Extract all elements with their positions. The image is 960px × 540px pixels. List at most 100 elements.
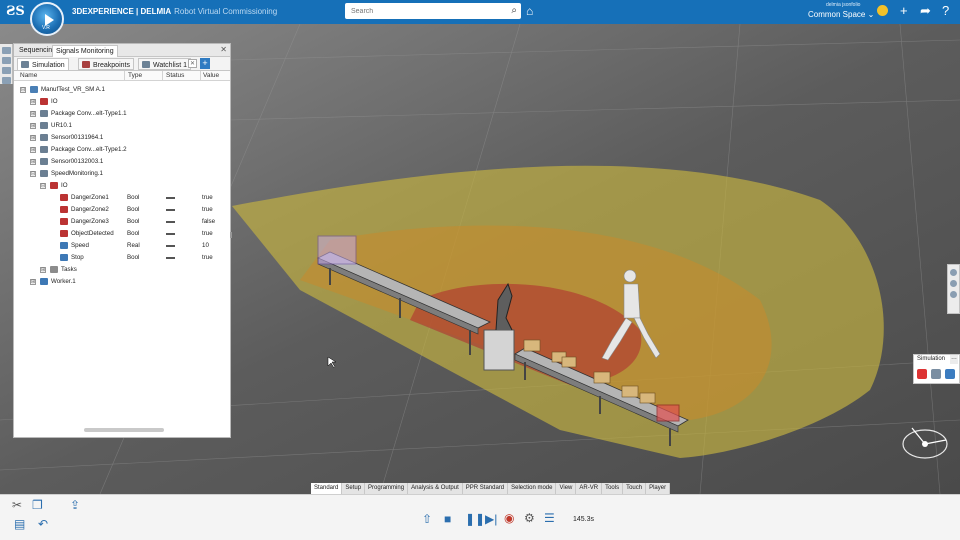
sensor-box-1 <box>317 235 357 265</box>
cut-icon[interactable]: ✂ <box>12 498 22 512</box>
tab-setup[interactable]: Setup <box>342 483 366 494</box>
tab-programming[interactable]: Programming <box>365 483 409 494</box>
expand-toggle[interactable]: ⊞ <box>30 135 36 141</box>
subtab-breakpoints[interactable]: Breakpoints <box>78 58 134 70</box>
status-indicator <box>166 257 175 259</box>
tab-touch[interactable]: Touch <box>623 483 647 494</box>
tree-row[interactable]: ⊞ Package Conv...elt-Type1.2 <box>14 144 230 156</box>
tree-row[interactable]: ⊞ IO <box>14 96 230 108</box>
export-icon[interactable]: ⇪ <box>70 498 80 512</box>
signal-icon <box>40 110 48 117</box>
step-forward-icon[interactable]: ▶| <box>485 512 497 526</box>
tab-signals-monitoring[interactable]: Signals Monitoring <box>52 45 118 57</box>
expand-toggle[interactable]: ⊞ <box>30 111 36 117</box>
tree-row[interactable]: ⊟ SpeedMonitoring.1 <box>14 168 230 180</box>
column-type[interactable]: Type <box>128 72 142 79</box>
tree-row[interactable]: ⊟ IO <box>14 180 230 192</box>
tree-row[interactable]: ⊞ Worker.1 <box>14 276 230 288</box>
tab-ppr-standard[interactable]: PPR Standard <box>463 483 509 494</box>
copy-icon[interactable]: ❐ <box>32 498 43 512</box>
tree-row[interactable]: ⊟ ManufTest_VR_SM A.1 <box>14 84 230 96</box>
tool-icon[interactable] <box>2 67 11 74</box>
expand-toggle[interactable]: ⊞ <box>30 159 36 165</box>
compass-icon[interactable]: V.R <box>30 2 64 36</box>
speed-icon[interactable]: ◉ <box>504 511 514 525</box>
simulation-mini-panel: Simulation … <box>913 354 960 384</box>
tree-row[interactable]: DangerZone2 Bool true <box>14 204 230 216</box>
signal-icon <box>40 98 48 105</box>
tool-icon[interactable] <box>950 291 957 298</box>
tree-row[interactable]: ⊞ UR10.1 <box>14 120 230 132</box>
horizontal-scrollbar[interactable] <box>84 428 164 432</box>
breakpoints-icon <box>82 61 90 68</box>
expand-toggle[interactable]: ⊟ <box>40 183 46 189</box>
share-icon[interactable]: ➦ <box>920 3 931 19</box>
tree-row[interactable]: ⊞ Sensor00131964.1 <box>14 132 230 144</box>
app-title: 3DEXPERIENCE | DELMIA Robot Virtual Commi… <box>72 7 277 16</box>
tab-selection-mode[interactable]: Selection mode <box>508 483 557 494</box>
tab-player[interactable]: Player <box>646 483 671 494</box>
tree-row[interactable]: DangerZone1 Bool true <box>14 192 230 204</box>
search-icon[interactable]: ⌕ <box>511 5 517 16</box>
tree-row[interactable]: ObjectDetected Bool true <box>14 228 230 240</box>
tool-icon[interactable] <box>2 57 11 64</box>
row-value: true <box>202 230 213 237</box>
column-name[interactable]: Name <box>20 72 37 79</box>
close-icon[interactable]: ✕ <box>220 45 227 54</box>
tool-icon[interactable] <box>950 269 957 276</box>
signal-icon <box>60 194 68 201</box>
subtab-watchlist[interactable]: Watchlist 1 <box>138 58 191 70</box>
tab-standard[interactable]: Standard <box>311 483 343 494</box>
tree-row[interactable]: Speed Real 10 <box>14 240 230 252</box>
tag-icon[interactable]: ⌂ <box>526 4 533 18</box>
tab-ar-vr[interactable]: AR-VR <box>576 483 603 494</box>
search-box: ⌕ <box>345 3 521 19</box>
tab-tools[interactable]: Tools <box>602 483 624 494</box>
expand-toggle[interactable]: ⊞ <box>30 123 36 129</box>
stop-icon[interactable]: ■ <box>444 512 451 526</box>
tool-icon[interactable] <box>2 77 11 84</box>
search-input[interactable] <box>345 3 495 19</box>
tree-row[interactable]: ⊞ Package Conv...elt-Type1.1 <box>14 108 230 120</box>
loop-icon[interactable] <box>931 369 941 379</box>
expand-toggle[interactable]: ⊟ <box>30 171 36 177</box>
space-selector[interactable]: Common Space ⌄ <box>808 10 874 19</box>
expand-toggle[interactable]: ⊞ <box>30 147 36 153</box>
record-icon[interactable] <box>917 369 927 379</box>
tool-icon[interactable] <box>2 47 11 54</box>
column-value[interactable]: Value <box>203 72 219 79</box>
more-icon[interactable]: … <box>950 355 958 364</box>
expand-toggle[interactable]: ⊟ <box>20 87 26 93</box>
panel-resize-handle[interactable] <box>230 232 232 238</box>
tree-row[interactable]: Stop Bool true <box>14 252 230 264</box>
tree-row[interactable]: ⊞ Tasks <box>14 264 230 276</box>
forward-icon[interactable] <box>945 369 955 379</box>
expand-toggle[interactable]: ⊞ <box>40 267 46 273</box>
column-divider[interactable] <box>162 71 163 81</box>
column-status[interactable]: Status <box>166 72 184 79</box>
ds-logo-icon[interactable]: ƧS <box>6 4 25 19</box>
help-icon[interactable]: ? <box>942 3 949 18</box>
signal-icon <box>40 122 48 129</box>
add-icon[interactable]: + <box>900 3 908 18</box>
close-watchlist-icon[interactable]: ✕ <box>188 59 197 68</box>
panel-tabs: Sequencing Signals Monitoring ✕ <box>14 44 230 57</box>
tab-analysis-output[interactable]: Analysis & Output <box>408 483 463 494</box>
subtab-simulation[interactable]: Simulation <box>17 58 69 70</box>
column-divider[interactable] <box>200 71 201 81</box>
tool-icon[interactable] <box>950 280 957 287</box>
undo-icon[interactable]: ↶ <box>38 517 48 531</box>
avatar[interactable] <box>877 5 888 16</box>
tree-row[interactable]: ⊞ Sensor00132003.1 <box>14 156 230 168</box>
pause-icon[interactable]: ❚❚ <box>465 512 485 526</box>
paste-icon[interactable]: ▤ <box>14 517 25 531</box>
tree-row[interactable]: DangerZone3 Bool false <box>14 216 230 228</box>
expand-toggle[interactable]: ⊞ <box>30 99 36 105</box>
add-watchlist-button[interactable]: + <box>200 58 210 69</box>
upload-icon[interactable]: ⇧ <box>422 512 432 526</box>
settings-icon[interactable]: ⚙ <box>524 511 535 525</box>
list-icon[interactable]: ☰ <box>544 511 555 525</box>
column-divider[interactable] <box>124 71 125 81</box>
tab-view[interactable]: View <box>556 483 577 494</box>
expand-toggle[interactable]: ⊞ <box>30 279 36 285</box>
